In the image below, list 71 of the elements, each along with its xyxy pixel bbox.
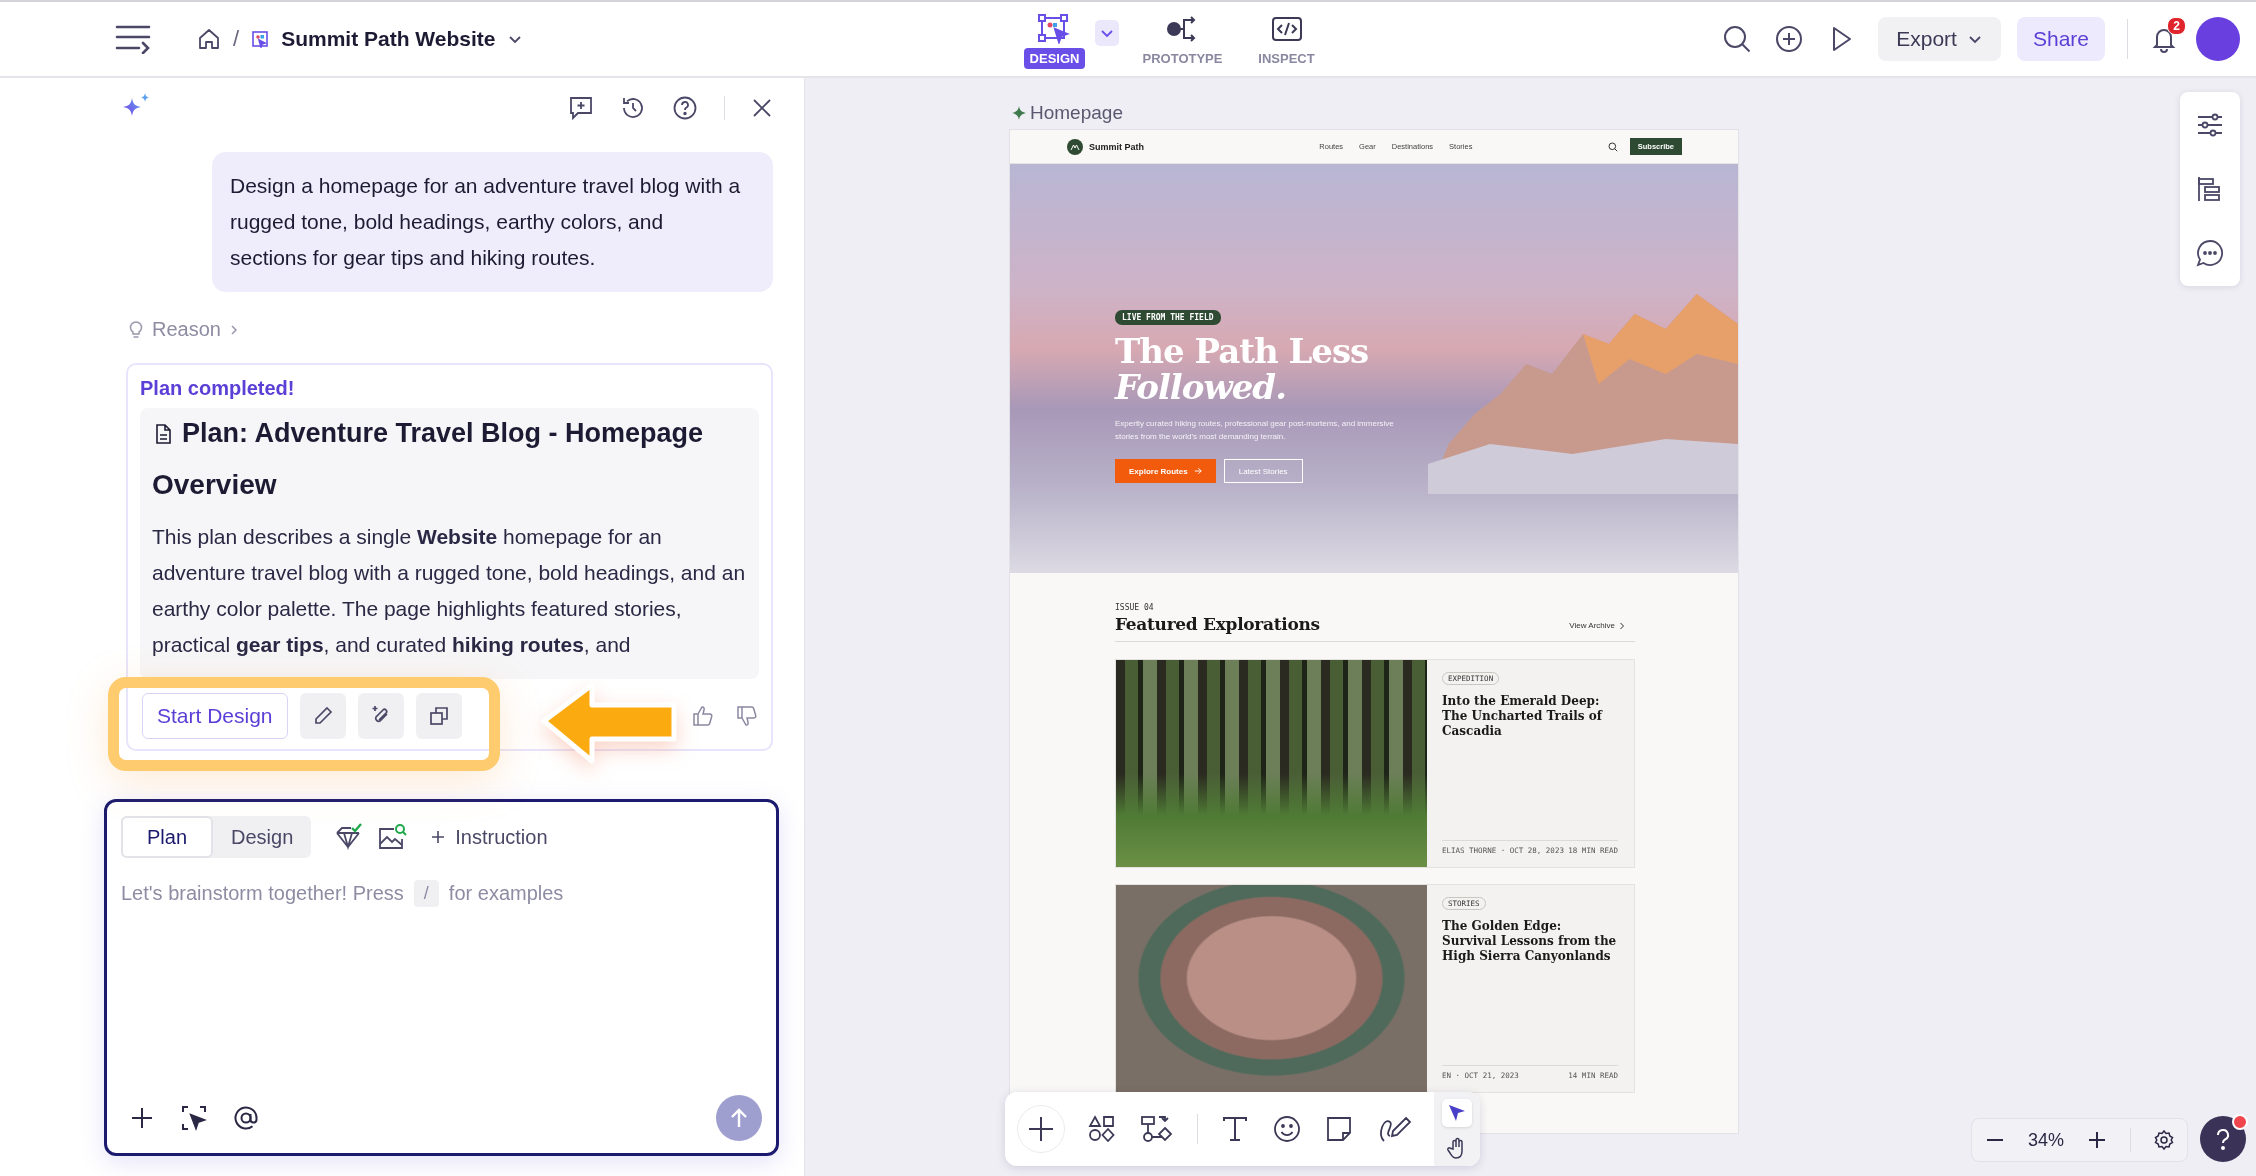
- search-icon[interactable]: [1607, 141, 1618, 152]
- view-archive-link[interactable]: View Archive: [1569, 621, 1615, 630]
- plan-title: Plan: Adventure Travel Blog - Homepage: [182, 418, 704, 449]
- placeholder-text: Let's brainstorm together! Press: [121, 882, 404, 905]
- mode-tab[interactable]: Design: [213, 816, 312, 858]
- menu-icon[interactable]: [115, 24, 151, 54]
- arrow-right-icon: [1193, 467, 1202, 475]
- plan-status: Plan completed!: [140, 377, 296, 400]
- new-chat-icon[interactable]: [568, 95, 594, 121]
- section-heading: Featured Explorations: [1115, 614, 1320, 634]
- sticky-note-icon[interactable]: [1324, 1114, 1354, 1144]
- help-button[interactable]: [2200, 1116, 2246, 1162]
- text-tool-icon[interactable]: [1220, 1114, 1250, 1144]
- plus-icon: [1026, 1114, 1056, 1144]
- select-element-icon[interactable]: [181, 1105, 207, 1131]
- mode-dropdown-button[interactable]: [1094, 19, 1119, 46]
- share-button[interactable]: Share: [2016, 17, 2105, 61]
- chevron-right-icon: [1619, 621, 1625, 630]
- close-icon[interactable]: [751, 97, 773, 119]
- attach-button[interactable]: [357, 693, 404, 739]
- thumbs-up-icon[interactable]: [691, 704, 715, 728]
- plan-summary: This plan describes a single Website homepage for an adventure travel blog with a rugged tone, bold headings, and an earthy color palette. The page highlights featured stories, practical gear tips, and curated hiking routes, and: [152, 524, 747, 658]
- plan-heading: Overview: [152, 469, 278, 501]
- mode-tab[interactable]: Plan: [121, 816, 214, 858]
- frame-name[interactable]: Homepage: [1030, 102, 1123, 124]
- design-tool-icon: [1037, 13, 1072, 44]
- mention-icon[interactable]: [233, 1105, 259, 1131]
- image-search-icon[interactable]: [377, 822, 408, 852]
- settings-icon[interactable]: [2153, 1129, 2175, 1151]
- notification-badge: 2: [2167, 17, 2186, 35]
- add-circle-icon[interactable]: [1774, 24, 1805, 54]
- hero-title: The Path Less: [1115, 333, 1370, 369]
- search-icon[interactable]: [1722, 24, 1753, 54]
- flowchart-icon[interactable]: [1139, 1114, 1175, 1144]
- site-brand[interactable]: Summit Path: [1089, 141, 1144, 152]
- breadcrumb-separator: /: [233, 26, 240, 52]
- plus-icon[interactable]: [2086, 1129, 2108, 1151]
- diamond-check-icon[interactable]: [333, 822, 364, 852]
- add-instruction-button[interactable]: Instruction: [429, 825, 548, 849]
- notification-dot: [2232, 1114, 2248, 1130]
- avatar[interactable]: [2196, 17, 2240, 61]
- article-title: The Golden Edge: Survival Lessons from the High Sierra Canyonlands: [1442, 919, 1618, 964]
- design-file-icon: [251, 30, 270, 48]
- export-dropdown[interactable]: Export: [1878, 17, 2001, 61]
- article-title: Into the Emerald Deep: The Uncharted Trails of Cascadia: [1442, 694, 1604, 739]
- copy-button[interactable]: [415, 693, 462, 739]
- sparkle-icon: [1012, 106, 1026, 120]
- copy-icon: [427, 705, 450, 727]
- shortcut-key: /: [413, 880, 439, 907]
- user-message: Design a homepage for an adventure travel blog with a rugged tone, bold headings, earthy colors, and sections for gear tips and hiking routes.: [212, 152, 773, 292]
- home-icon[interactable]: [197, 27, 221, 51]
- edit-button[interactable]: [299, 693, 346, 739]
- prompt-box[interactable]: Plan Design Instruction Let's brainstorm together! Press / for examples: [104, 799, 779, 1156]
- placeholder-text: for examples: [448, 882, 564, 905]
- history-icon[interactable]: [620, 95, 646, 121]
- shapes-icon[interactable]: [1087, 1114, 1117, 1144]
- select-tool[interactable]: [1442, 1099, 1472, 1127]
- hero-title: Followed.: [1115, 369, 1287, 405]
- project-name-dropdown[interactable]: Summit Path Website: [281, 27, 524, 51]
- mountain-logo-icon: [1067, 138, 1083, 155]
- emoji-icon[interactable]: [1272, 1114, 1302, 1144]
- mode-tab[interactable]: DESIGN: [1018, 13, 1091, 69]
- plus-icon[interactable]: [129, 1105, 155, 1131]
- issue-label: ISSUE 04: [1115, 603, 1155, 612]
- help-icon[interactable]: [672, 95, 698, 121]
- thumbs-down-icon[interactable]: [735, 704, 759, 728]
- comment-icon[interactable]: [2195, 238, 2225, 268]
- zoom-level[interactable]: 34%: [2027, 1129, 2064, 1151]
- hero-badge: LIVE FROM THE FIELD: [1115, 310, 1221, 325]
- hero-description: Expertly curated hiking routes, professional gear post-mortems, and immersive stories from the world's most demanding terrain.: [1115, 418, 1395, 443]
- start-design-button[interactable]: Start Design: [142, 693, 288, 739]
